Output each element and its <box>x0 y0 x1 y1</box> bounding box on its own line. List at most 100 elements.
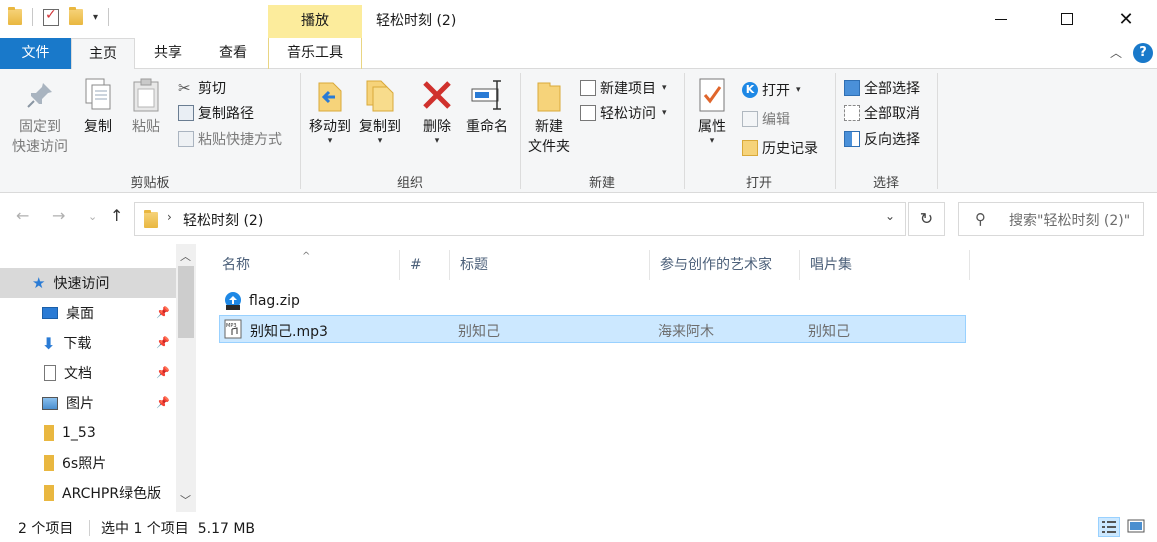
close-button[interactable]: ✕ <box>1103 0 1149 38</box>
open-button[interactable]: K 打开 ▾ <box>742 79 801 101</box>
invert-selection-button[interactable]: 反向选择 <box>844 128 920 150</box>
folder-icon <box>44 485 54 501</box>
sidebar-item-documents[interactable]: 文档 📌 <box>0 358 176 388</box>
search-input[interactable]: ⚲ 搜索"轻松时刻 (2)" <box>958 202 1144 236</box>
paste-shortcut-icon <box>178 131 194 147</box>
item-count: 2 个项目 <box>18 521 74 537</box>
copy-to-label: 复制到 <box>359 119 401 135</box>
column-header-number[interactable]: # <box>400 250 450 280</box>
paste-button[interactable]: 粘贴 <box>126 77 166 137</box>
column-header-title[interactable]: 标题 <box>450 250 650 280</box>
paste-label: 粘贴 <box>132 119 160 135</box>
copy-to-button[interactable]: 复制到 ▾ <box>356 77 404 146</box>
column-header-name[interactable]: ^ 名称 <box>212 250 400 280</box>
refresh-button[interactable]: ↻ <box>908 202 945 236</box>
invert-selection-label: 反向选择 <box>864 132 920 148</box>
copy-icon <box>85 78 111 110</box>
file-title: 别知己 <box>458 324 500 340</box>
organize-group-label: 组织 <box>396 176 423 191</box>
sidebar-item-pictures[interactable]: 图片 📌 <box>0 388 176 418</box>
edit-label: 编辑 <box>762 112 790 128</box>
properties-check-icon[interactable] <box>43 7 59 26</box>
select-none-icon <box>844 105 860 121</box>
sidebar-item-folder-6s-photos[interactable]: 6s照片 <box>0 448 176 478</box>
tab-home[interactable]: 主页 <box>71 38 135 70</box>
pin-icon[interactable]: 📌 <box>156 396 170 409</box>
copy-to-icon <box>366 80 394 112</box>
ribbon-tabs: 文件 主页 共享 查看 音乐工具 ︿ ? <box>0 38 1157 70</box>
maximize-button[interactable] <box>1044 0 1090 38</box>
pin-icon[interactable]: 📌 <box>156 306 170 319</box>
tab-file[interactable]: 文件 <box>0 38 71 69</box>
sidebar-item-desktop[interactable]: 桌面 📌 <box>0 298 176 328</box>
new-item-button[interactable]: 新建项目 ▾ <box>580 77 667 99</box>
copy-path-button[interactable]: 复制路径 <box>178 102 254 124</box>
folder-icon <box>8 7 22 25</box>
back-arrow-icon[interactable]: ← <box>16 206 29 225</box>
column-header-artist[interactable]: 参与创作的艺术家 <box>650 250 800 280</box>
scroll-up-icon[interactable]: ︿ <box>180 248 191 264</box>
recent-locations-icon[interactable]: ⌄ <box>88 210 97 223</box>
customize-qat-icon[interactable]: ▾ <box>93 12 98 23</box>
large-icons-view-button[interactable] <box>1126 517 1148 537</box>
move-to-button[interactable]: 移动到 ▾ <box>306 77 354 146</box>
cut-button[interactable]: ✂ 剪切 <box>178 77 226 99</box>
delete-button[interactable]: 删除 ▾ <box>418 77 456 146</box>
file-album: 别知己 <box>808 324 850 340</box>
table-row[interactable]: MP3 别知己.mp3 别知己 海来阿木 别知己 <box>219 315 966 343</box>
details-view-icon <box>1102 521 1116 533</box>
select-none-button[interactable]: 全部取消 <box>844 102 920 124</box>
pin-label-line2: 快速访问 <box>12 139 68 155</box>
tab-music-tools[interactable]: 音乐工具 <box>268 38 362 69</box>
invert-selection-icon <box>844 131 860 147</box>
pin-icon[interactable]: 📌 <box>156 336 170 349</box>
new-folder-button[interactable]: 新建 文件夹 <box>524 77 574 157</box>
history-button[interactable]: 历史记录 <box>742 137 818 159</box>
sidebar-item-quick-access[interactable]: ★ 快速访问 <box>0 268 176 298</box>
forward-arrow-icon[interactable]: → <box>52 206 65 225</box>
minimize-button[interactable] <box>978 0 1024 38</box>
collapse-ribbon-icon[interactable]: ︿ <box>1110 44 1122 61</box>
pin-to-quick-access-button[interactable]: 固定到 快速访问 <box>8 77 72 157</box>
pin-icon[interactable]: 📌 <box>156 366 170 379</box>
sidebar-item-folder-1-53[interactable]: 1_53 <box>0 418 176 448</box>
properties-label: 属性 <box>698 119 726 135</box>
tab-view[interactable]: 查看 <box>201 38 265 69</box>
copy-button[interactable]: 复制 <box>78 77 118 137</box>
new-folder-icon[interactable] <box>69 7 83 25</box>
delete-x-icon <box>423 81 451 109</box>
minimize-icon <box>995 18 1007 20</box>
sidebar-item-label: 6s照片 <box>62 456 107 472</box>
easy-access-button[interactable]: 轻松访问 ▾ <box>580 102 667 124</box>
rename-button[interactable]: 重命名 <box>462 77 512 137</box>
column-header-label: 标题 <box>460 257 488 273</box>
properties-button[interactable]: 属性 ▾ <box>690 77 734 146</box>
nav-pane-scrollbar[interactable]: ︿ ﹀ <box>176 244 196 512</box>
help-icon[interactable]: ? <box>1133 43 1153 63</box>
tab-share[interactable]: 共享 <box>137 38 199 69</box>
up-arrow-icon[interactable]: ↑ <box>110 206 123 225</box>
breadcrumb-chevron-icon[interactable]: › <box>167 210 172 224</box>
address-dropdown-icon[interactable]: ⌄ <box>885 209 895 223</box>
paste-shortcut-button[interactable]: 粘贴快捷方式 <box>178 128 282 150</box>
sidebar-item-downloads[interactable]: ⬇ 下载 📌 <box>0 328 176 358</box>
sidebar-item-folder-archpr[interactable]: ARCHPR绿色版 <box>0 478 176 508</box>
select-all-button[interactable]: 全部选择 <box>844 77 920 99</box>
sidebar-item-label: 快速访问 <box>53 276 110 292</box>
address-bar[interactable]: › 轻松时刻 (2) ⌄ <box>134 202 906 236</box>
copy-path-icon <box>178 105 194 121</box>
status-bar: 2 个项目 选中 1 个项目 5.17 MB <box>0 512 1157 542</box>
copy-path-label: 复制路径 <box>198 106 254 122</box>
scroll-down-icon[interactable]: ﹀ <box>180 492 191 508</box>
pin-icon <box>27 83 52 108</box>
navigation-pane: ★ 快速访问 桌面 📌 ⬇ 下载 📌 文档 📌 图片 📌 1_53 6s照片 A… <box>0 244 196 512</box>
column-header-album[interactable]: 唱片集 <box>800 250 970 280</box>
folder-icon <box>144 210 158 228</box>
table-row[interactable]: flag.zip <box>219 288 966 316</box>
edit-button[interactable]: 编辑 <box>742 108 790 130</box>
details-view-button[interactable] <box>1098 517 1120 537</box>
maximize-icon <box>1061 13 1073 25</box>
breadcrumb[interactable]: 轻松时刻 (2) <box>183 210 263 230</box>
scroll-thumb[interactable] <box>178 266 194 338</box>
title-bar: ▾ 播放 轻松时刻 (2) ✕ <box>0 0 1157 38</box>
